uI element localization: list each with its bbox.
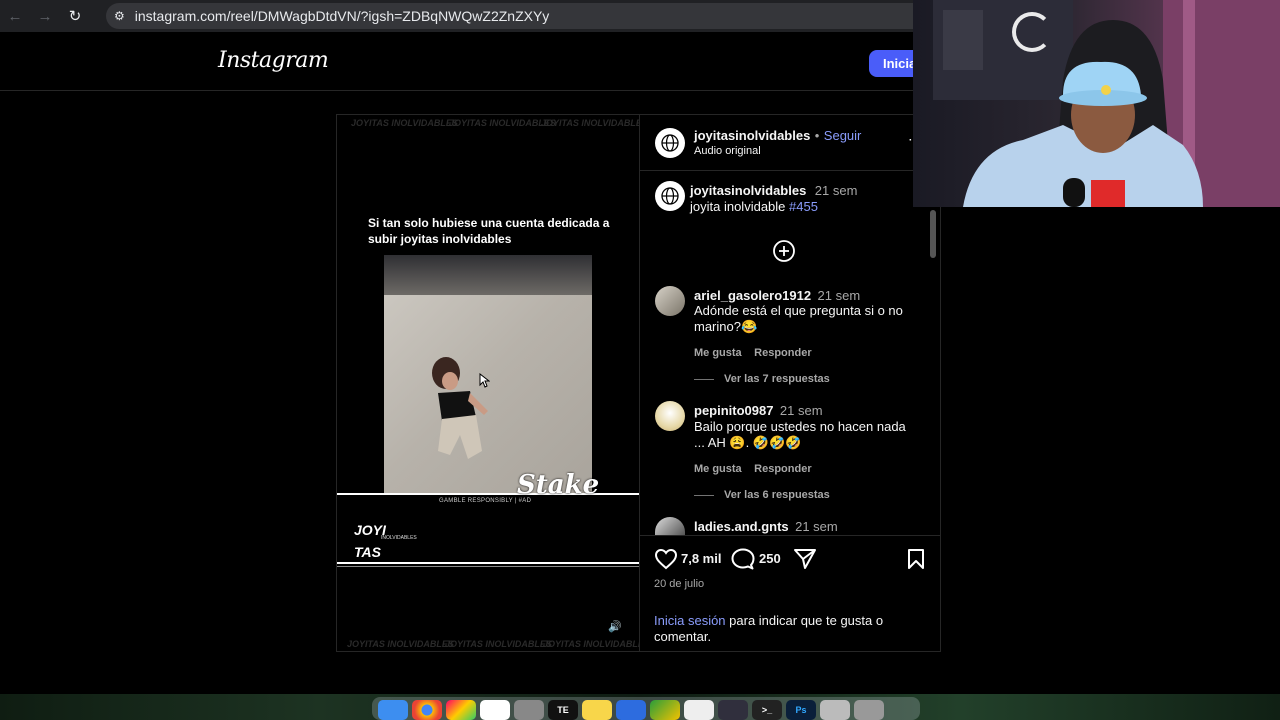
brand-logo: JOYI TAS: [354, 519, 386, 563]
author-avatar[interactable]: [655, 128, 685, 158]
commenter-avatar[interactable]: [655, 517, 685, 535]
settings-icon[interactable]: [514, 700, 544, 720]
comment-username[interactable]: ariel_gasolero1912: [694, 288, 811, 303]
heart-icon[interactable]: [654, 548, 678, 575]
watermark-text: JOYITAS INOLVIDABLES: [347, 639, 454, 649]
finder-icon[interactable]: [378, 700, 408, 720]
webcam-overlay: [913, 0, 1280, 207]
forward-icon[interactable]: →: [30, 1, 60, 31]
caption-avatar[interactable]: [655, 181, 685, 211]
brand-line-2: TAS: [354, 544, 381, 560]
video-caption: Si tan solo hubiese una cuenta dedicada …: [368, 216, 610, 246]
view-replies-button[interactable]: Ver las 7 respuestas: [694, 373, 830, 385]
watermark-text: JOYITAS INOLVIDABLES: [543, 639, 639, 649]
comment-username[interactable]: ladies.and.gnts: [694, 519, 789, 534]
load-more-comments-icon[interactable]: [772, 239, 796, 268]
terminal-icon[interactable]: >_: [752, 700, 782, 720]
post-side-panel: joyitasinolvidables • Seguir Audio origi…: [639, 115, 941, 651]
files-icon[interactable]: [820, 700, 850, 720]
commenter-avatar[interactable]: [655, 401, 685, 431]
comment-username[interactable]: pepinito0987: [694, 403, 773, 418]
login-link[interactable]: Inicia sesión: [654, 613, 726, 628]
replies-line: [694, 494, 714, 496]
comment-time: 21 sem: [817, 288, 861, 303]
loading-spinner-icon: [1012, 12, 1052, 52]
commenter-avatar[interactable]: [655, 286, 685, 316]
crowd-background: [384, 255, 592, 295]
follow-button[interactable]: Seguir: [824, 128, 862, 143]
stake-logo: Stake: [517, 470, 600, 500]
like-count[interactable]: 7,8 mil: [681, 551, 721, 566]
comment-text: Adónde está el que pregunta si o no mari…: [694, 303, 903, 334]
obs-icon[interactable]: [718, 700, 748, 720]
comment-count[interactable]: 250: [759, 551, 781, 566]
caption-text: joyita inolvidable: [690, 199, 786, 214]
share-icon[interactable]: [793, 548, 817, 575]
caption-hashtag[interactable]: #455: [789, 199, 818, 214]
reply-button[interactable]: Responder: [754, 347, 811, 359]
back-icon[interactable]: ←: [0, 1, 30, 31]
ad-disclaimer: GAMBLE RESPONSIBLY | #AD: [439, 498, 532, 504]
hopper-icon[interactable]: [650, 700, 680, 720]
reload-icon[interactable]: ↻: [60, 1, 90, 31]
roblox-icon[interactable]: [616, 700, 646, 720]
audio-label[interactable]: Audio original: [694, 145, 761, 157]
watermark-text: JOYITAS INOLVIDABLES: [445, 639, 552, 649]
photoshop-icon[interactable]: Ps: [786, 700, 816, 720]
notes-icon[interactable]: [582, 700, 612, 720]
chrome-icon[interactable]: [412, 700, 442, 720]
dock: TE >_ Ps: [372, 697, 920, 720]
caption-username[interactable]: joyitasinolvidables: [690, 183, 806, 198]
watermark-text: JOYITAS INOLVIDABLES: [541, 118, 639, 128]
reminders-icon[interactable]: [480, 700, 510, 720]
post-actions: 7,8 mil 250 20 de julio Inicia sesión pa…: [640, 535, 941, 651]
globe-icon: [661, 187, 679, 205]
trash-icon[interactable]: [854, 700, 884, 720]
bookmark-icon[interactable]: [907, 548, 925, 575]
url-text: instagram.com/reel/DMWagbDtdVN/?igsh=ZDB…: [134, 8, 550, 24]
like-comment-button[interactable]: Me gusta: [694, 463, 742, 475]
replies-line: [694, 378, 714, 380]
volume-icon[interactable]: 🔊: [608, 620, 622, 634]
login-prompt: Inicia sesión para indicar que te gusta …: [654, 613, 884, 644]
globe-icon: [661, 134, 679, 152]
comment: ladies.and.gnts 21 sem: [694, 518, 838, 536]
site-info-icon[interactable]: ⚙: [114, 9, 125, 23]
post-date: 20 de julio: [654, 578, 705, 590]
video-frame: [384, 255, 592, 495]
watermark-text: JOYITAS INOLVIDABLES: [449, 118, 556, 128]
comment-icon[interactable]: [731, 548, 755, 575]
caption-time: 21 sem: [814, 183, 858, 198]
reply-button[interactable]: Responder: [754, 463, 811, 475]
post-header: joyitasinolvidables • Seguir Audio origi…: [640, 115, 941, 171]
author-username[interactable]: joyitasinolvidables: [694, 128, 810, 143]
reel-post: JOYITAS INOLVIDABLES JOYITAS INOLVIDABLE…: [336, 114, 941, 652]
comment: pepinito0987 21 sem: [694, 402, 823, 420]
dancer-figure: [432, 357, 488, 459]
cursor-icon: [479, 373, 490, 388]
notion-icon[interactable]: [684, 700, 714, 720]
comments-scrollbar[interactable]: [930, 210, 936, 258]
video-divider: [337, 566, 639, 567]
te-icon[interactable]: TE: [548, 700, 578, 720]
brand-sub: INOLVIDABLES: [381, 535, 417, 541]
launchpad-icon[interactable]: [446, 700, 476, 720]
streamer-illustration: [933, 0, 1280, 207]
view-replies-button[interactable]: Ver las 6 respuestas: [694, 489, 830, 501]
comment-time: 21 sem: [795, 519, 838, 534]
address-bar[interactable]: ⚙ instagram.com/reel/DMWagbDtdVN/?igsh=Z…: [106, 3, 926, 29]
comment-time: 21 sem: [779, 403, 823, 418]
watermark-text: JOYITAS INOLVIDABLES: [351, 118, 458, 128]
like-comment-button[interactable]: Me gusta: [694, 347, 742, 359]
separator-dot: •: [814, 128, 820, 143]
instagram-logo[interactable]: Instagram: [218, 48, 329, 73]
video-divider: [337, 562, 639, 564]
comment-text: Bailo porque ustedes no hacen nada ... A…: [694, 419, 906, 450]
reel-video[interactable]: JOYITAS INOLVIDABLES JOYITAS INOLVIDABLE…: [337, 115, 639, 651]
